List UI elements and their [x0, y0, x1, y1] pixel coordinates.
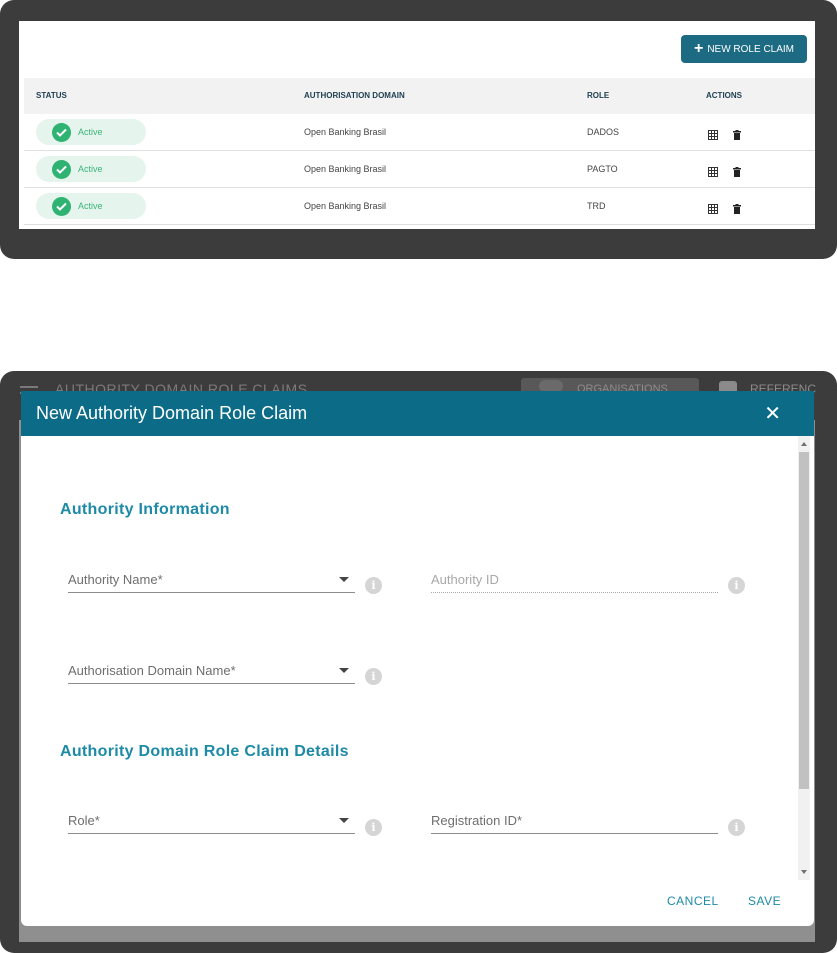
trash-icon[interactable] [733, 201, 743, 214]
scroll-down-icon[interactable] [801, 870, 807, 874]
trash-icon[interactable] [733, 127, 743, 140]
authority-name-label: Authority Name* [68, 572, 163, 587]
scroll-up-icon[interactable] [801, 442, 807, 446]
column-header-status: STATUS [36, 91, 67, 100]
status-badge: Active [36, 119, 146, 145]
table-row[interactable]: Active Open Banking Brasil PAGTO [24, 151, 815, 188]
status-label: Active [78, 164, 103, 174]
info-icon[interactable]: i [365, 819, 382, 836]
info-icon[interactable]: i [365, 577, 382, 594]
domain-cell: Open Banking Brasil [304, 127, 387, 137]
check-circle-icon [52, 196, 71, 216]
authority-name-select[interactable]: Authority Name* [68, 568, 355, 593]
info-icon[interactable]: i [365, 668, 382, 685]
cancel-button[interactable]: CANCEL [667, 894, 719, 908]
save-button[interactable]: SAVE [748, 894, 781, 908]
authority-id-field: Authority ID [431, 568, 718, 593]
role-select[interactable]: Role* [68, 809, 355, 834]
status-label: Active [78, 201, 103, 211]
table-row[interactable]: Active Open Banking Brasil DADOS [24, 114, 815, 151]
role-cell: DADOS [587, 127, 620, 137]
status-badge: Active [36, 193, 146, 219]
status-label: Active [78, 127, 103, 137]
role-cell: PAGTO [587, 164, 618, 174]
grid-icon[interactable] [708, 127, 718, 140]
role-claims-table: STATUS AUTHORISATION DOMAIN ROLE ACTIONS… [24, 78, 815, 225]
status-badge: Active [36, 156, 146, 182]
column-header-actions: ACTIONS [706, 91, 742, 100]
table-row[interactable]: Active Open Banking Brasil TRD [24, 188, 815, 225]
section-role-claim-details: Authority Domain Role Claim Details [60, 743, 349, 760]
authority-id-label: Authority ID [431, 572, 499, 587]
domain-cell: Open Banking Brasil [304, 164, 387, 174]
dialog-header: New Authority Domain Role Claim ✕ [21, 391, 814, 436]
authorisation-domain-name-select[interactable]: Authorisation Domain Name* [68, 659, 355, 684]
registration-id-label: Registration ID* [431, 813, 523, 828]
domain-cell: Open Banking Brasil [304, 201, 387, 211]
registration-id-field[interactable]: Registration ID* [431, 809, 718, 834]
plus-icon: + [693, 40, 704, 57]
chevron-down-icon [339, 668, 349, 673]
new-role-claim-dialog: New Authority Domain Role Claim ✕ Author… [21, 391, 814, 926]
trash-icon[interactable] [733, 164, 743, 177]
role-cell: TRD [587, 201, 606, 211]
chevron-down-icon [339, 818, 349, 823]
dialog-scrollbar[interactable] [798, 436, 810, 880]
table-header: STATUS AUTHORISATION DOMAIN ROLE ACTIONS [24, 78, 815, 114]
check-circle-icon [52, 159, 71, 179]
close-icon[interactable]: ✕ [764, 401, 781, 426]
dialog-title: New Authority Domain Role Claim [36, 403, 308, 423]
grid-icon[interactable] [708, 201, 718, 214]
check-circle-icon [52, 122, 71, 142]
grid-icon[interactable] [708, 164, 718, 177]
chevron-down-icon [339, 577, 349, 582]
scrollbar-thumb[interactable] [799, 452, 809, 789]
column-header-domain: AUTHORISATION DOMAIN [304, 91, 405, 100]
section-authority-information: Authority Information [60, 501, 230, 518]
role-claims-panel: + NEW ROLE CLAIM STATUS AUTHORISATION DO… [19, 21, 815, 229]
new-role-claim-label: NEW ROLE CLAIM [707, 43, 795, 55]
info-icon[interactable]: i [728, 577, 745, 594]
new-role-claim-button[interactable]: + NEW ROLE CLAIM [681, 35, 807, 63]
info-icon[interactable]: i [728, 819, 745, 836]
column-header-role: ROLE [587, 91, 610, 100]
authorisation-domain-name-label: Authorisation Domain Name* [68, 663, 236, 678]
role-label: Role* [68, 813, 100, 828]
